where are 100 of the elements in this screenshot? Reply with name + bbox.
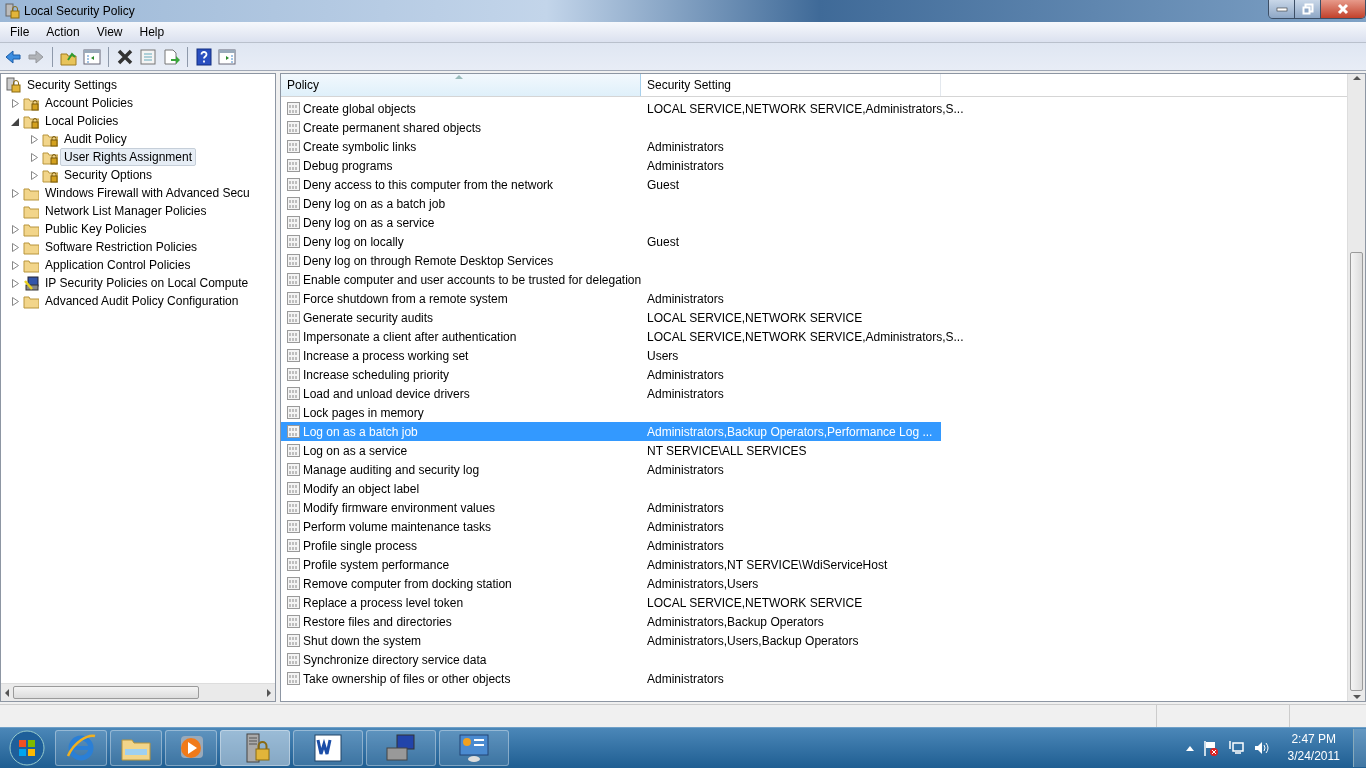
policy-name[interactable]: Restore files and directories bbox=[303, 614, 452, 629]
tree-item[interactable]: Windows Firewall with Advanced Secu bbox=[41, 184, 254, 202]
network-icon[interactable] bbox=[1227, 740, 1244, 756]
show-hidden-icons-icon[interactable] bbox=[1185, 745, 1194, 751]
policy-icon bbox=[287, 140, 300, 153]
scroll-thumb[interactable] bbox=[13, 686, 199, 699]
policy-name[interactable]: Synchronize directory service data bbox=[303, 652, 487, 667]
taskbar-button[interactable] bbox=[110, 730, 162, 766]
scroll-up-icon[interactable] bbox=[1352, 74, 1361, 82]
security-setting: Administrators bbox=[646, 291, 724, 306]
collapsed-arrow-icon[interactable] bbox=[30, 134, 39, 144]
scroll-left-icon[interactable] bbox=[3, 688, 11, 697]
scroll-thumb[interactable] bbox=[1350, 252, 1363, 691]
tree-item[interactable]: User Rights Assignment bbox=[60, 148, 197, 166]
minimize-button[interactable] bbox=[1269, 0, 1295, 18]
policy-name[interactable]: Create permanent shared objects bbox=[303, 120, 482, 135]
tree-item[interactable]: Security Options bbox=[60, 166, 157, 184]
taskbar-button[interactable] bbox=[293, 730, 363, 766]
delete-icon[interactable] bbox=[116, 47, 134, 66]
tree-item[interactable]: Public Key Policies bbox=[41, 220, 151, 238]
policy-name[interactable]: Create global objects bbox=[303, 101, 416, 116]
policy-icon bbox=[287, 368, 300, 381]
taskbar-button[interactable] bbox=[165, 730, 217, 766]
scroll-down-icon[interactable] bbox=[1352, 693, 1361, 701]
menu-item[interactable]: File bbox=[2, 23, 39, 41]
policy-name[interactable]: Take ownership of files or other objects bbox=[303, 671, 511, 686]
tree-item[interactable]: Account Policies bbox=[41, 94, 138, 112]
policy-name[interactable]: Force shutdown from a remote system bbox=[303, 291, 508, 306]
collapsed-arrow-icon[interactable] bbox=[30, 170, 39, 180]
restore-button[interactable] bbox=[1295, 0, 1321, 18]
policy-name[interactable]: Log on as a service bbox=[303, 443, 408, 458]
collapsed-arrow-icon[interactable] bbox=[11, 278, 20, 288]
policy-name[interactable]: Increase a process working set bbox=[303, 348, 469, 363]
security-setting: Guest bbox=[646, 234, 679, 249]
tree-item[interactable]: Security Settings bbox=[23, 76, 122, 94]
column-header[interactable]: Security Setting bbox=[641, 74, 941, 96]
policy-name[interactable]: Lock pages in memory bbox=[303, 405, 424, 420]
taskbar-button[interactable] bbox=[366, 730, 436, 766]
expanded-arrow-icon[interactable] bbox=[11, 116, 20, 126]
policy-name[interactable]: Deny log on as a service bbox=[303, 215, 435, 230]
collapsed-arrow-icon[interactable] bbox=[11, 296, 20, 306]
scroll-right-icon[interactable] bbox=[265, 688, 273, 697]
help-icon[interactable] bbox=[195, 47, 213, 66]
tree-item[interactable]: IP Security Policies on Local Compute bbox=[41, 274, 253, 292]
security-setting: LOCAL SERVICE,NETWORK SERVICE bbox=[646, 310, 863, 325]
flag-error-icon[interactable] bbox=[1202, 740, 1219, 756]
properties-icon[interactable] bbox=[139, 47, 157, 66]
policy-name[interactable]: Impersonate a client after authentication bbox=[303, 329, 517, 344]
policy-name[interactable]: Create symbolic links bbox=[303, 139, 417, 154]
policy-name[interactable]: Load and unload device drivers bbox=[303, 386, 470, 401]
collapsed-arrow-icon[interactable] bbox=[11, 188, 20, 198]
security-setting: LOCAL SERVICE,NETWORK SERVICE,Administrators,S... bbox=[646, 101, 964, 116]
policy-icon bbox=[287, 330, 300, 343]
tree-item[interactable]: Audit Policy bbox=[60, 130, 131, 148]
vertical-scrollbar[interactable] bbox=[1347, 74, 1365, 701]
close-button[interactable] bbox=[1321, 0, 1365, 18]
policy-name[interactable]: Deny log on through Remote Desktop Services bbox=[303, 253, 554, 268]
taskbar-button[interactable] bbox=[439, 730, 509, 766]
collapsed-arrow-icon[interactable] bbox=[30, 152, 39, 162]
tree-item[interactable]: Advanced Audit Policy Configuration bbox=[41, 292, 243, 310]
policy-name[interactable]: Generate security audits bbox=[303, 310, 434, 325]
policy-name[interactable]: Profile single process bbox=[303, 538, 418, 553]
clock-date[interactable]: 3/24/2011 bbox=[1287, 748, 1340, 765]
tree-item[interactable]: Application Control Policies bbox=[41, 256, 195, 274]
policy-name[interactable]: Increase scheduling priority bbox=[303, 367, 450, 382]
export-list-icon[interactable] bbox=[162, 47, 180, 66]
policy-name[interactable]: Profile system performance bbox=[303, 557, 450, 572]
policy-name[interactable]: Modify an object label bbox=[303, 481, 420, 496]
tree-item[interactable]: Local Policies bbox=[41, 112, 123, 130]
collapsed-arrow-icon[interactable] bbox=[11, 242, 20, 252]
speaker-icon[interactable] bbox=[1252, 740, 1269, 756]
clock-time[interactable]: 2:47 PM bbox=[1291, 731, 1337, 748]
column-header[interactable]: Policy bbox=[281, 74, 641, 96]
tree-item[interactable]: Software Restriction Policies bbox=[41, 238, 202, 256]
security-setting: Administrators bbox=[646, 671, 724, 686]
computer-toolbox-icon bbox=[385, 732, 417, 764]
tree-pane-icon[interactable] bbox=[83, 47, 101, 66]
policy-name[interactable]: Manage auditing and security log bbox=[303, 462, 480, 477]
back-arrow-icon[interactable] bbox=[4, 47, 22, 66]
horizontal-scrollbar[interactable] bbox=[1, 683, 275, 701]
collapsed-arrow-icon[interactable] bbox=[11, 260, 20, 270]
policy-name[interactable]: Deny access to this computer from the network bbox=[303, 177, 554, 192]
policy-name[interactable]: Shut down the system bbox=[303, 633, 422, 648]
policy-name[interactable]: Debug programs bbox=[303, 158, 393, 173]
show-desktop-button[interactable] bbox=[1353, 729, 1366, 767]
collapsed-arrow-icon[interactable] bbox=[11, 98, 20, 108]
menu-item[interactable]: View bbox=[88, 23, 132, 41]
policy-name[interactable]: Deny log on locally bbox=[303, 234, 404, 249]
start-orb-icon[interactable] bbox=[8, 729, 46, 767]
policy-name[interactable]: Modify firmware environment values bbox=[303, 500, 496, 515]
policy-name[interactable]: Deny log on as a batch job bbox=[303, 196, 446, 211]
action-pane-icon[interactable] bbox=[218, 47, 236, 66]
menu-item[interactable]: Help bbox=[131, 23, 174, 41]
collapsed-arrow-icon[interactable] bbox=[11, 224, 20, 234]
tree-item[interactable]: Network List Manager Policies bbox=[41, 202, 211, 220]
policy-name[interactable]: Replace a process level token bbox=[303, 595, 464, 610]
menu-item[interactable]: Action bbox=[38, 23, 89, 41]
policy-name[interactable]: Remove computer from docking station bbox=[303, 576, 512, 591]
policy-name[interactable]: Perform volume maintenance tasks bbox=[303, 519, 492, 534]
policy-name[interactable]: Enable computer and user accounts to be trusted for delegation bbox=[303, 272, 642, 287]
